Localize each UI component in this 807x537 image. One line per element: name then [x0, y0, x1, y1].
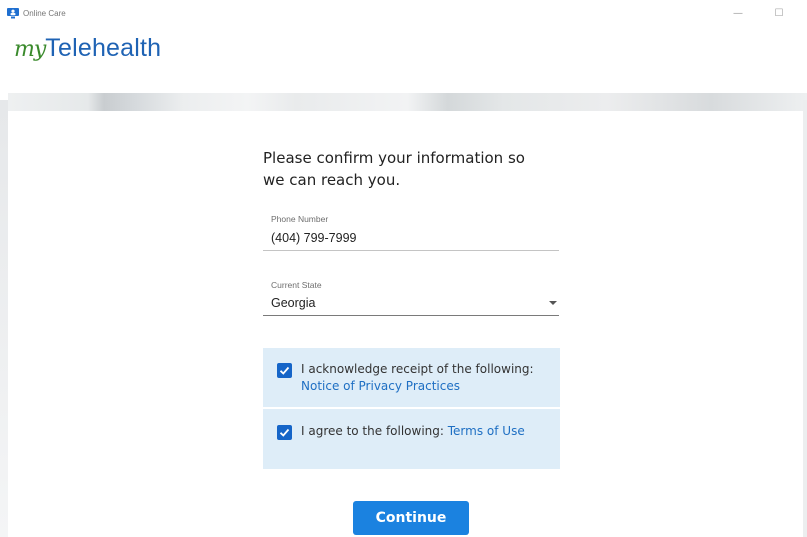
minimize-button[interactable]: — [728, 6, 748, 22]
checkmark-icon [279, 428, 290, 437]
terms-consent-text: I agree to the following: Terms of Use [301, 423, 525, 440]
window-title: Online Care [23, 9, 66, 18]
privacy-practices-link[interactable]: Notice of Privacy Practices [301, 378, 534, 395]
continue-button[interactable]: Continue [353, 501, 469, 535]
logo-my-text: my [14, 37, 46, 62]
checkmark-icon [279, 366, 290, 375]
terms-consent-box: I agree to the following: Terms of Use [263, 409, 560, 469]
left-border [0, 100, 8, 537]
terms-of-use-link[interactable]: Terms of Use [448, 424, 525, 438]
title-bar: Online Care — ☐ [0, 0, 807, 32]
terms-consent-checkbox[interactable] [277, 425, 292, 440]
online-care-icon [7, 8, 19, 19]
form-heading: Please confirm your information so we ca… [263, 147, 573, 191]
maximize-button[interactable]: ☐ [769, 6, 789, 22]
header-banner [8, 93, 807, 111]
current-state-underline [263, 315, 559, 316]
current-state-label: Current State [271, 280, 322, 290]
privacy-consent-label: I acknowledge receipt of the following: [301, 362, 534, 376]
logo-brand-text: Telehealth [45, 34, 162, 62]
terms-consent-label: I agree to the following: [301, 424, 448, 438]
privacy-consent-checkbox[interactable] [277, 363, 292, 378]
phone-number-underline [263, 250, 559, 251]
phone-number-input[interactable]: (404) 799-7999 [271, 231, 356, 245]
current-state-select[interactable]: Georgia [271, 296, 315, 310]
privacy-consent-text: I acknowledge receipt of the following: … [301, 361, 534, 395]
privacy-consent-box: I acknowledge receipt of the following: … [263, 348, 560, 407]
app-window: Online Care — ☐ myTelehealth Please conf… [0, 0, 807, 537]
form-heading-line1: Please confirm your information so [263, 149, 525, 167]
form-heading-line2: we can reach you. [263, 171, 401, 189]
right-border [803, 100, 807, 537]
mytelehealth-logo: myTelehealth [14, 34, 161, 74]
chevron-down-icon[interactable] [549, 301, 557, 305]
phone-number-label: Phone Number [271, 214, 329, 224]
